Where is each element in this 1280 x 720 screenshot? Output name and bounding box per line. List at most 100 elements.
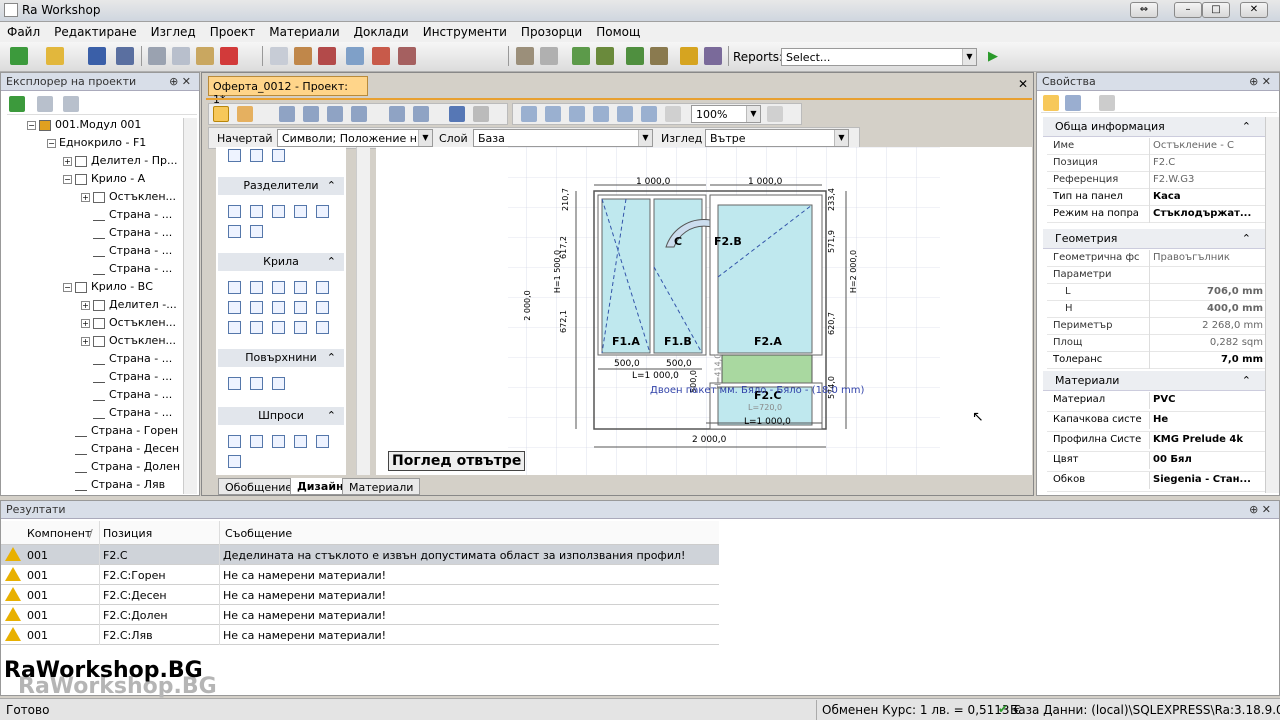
surface-icon[interactable] (250, 377, 263, 390)
zoom-window-icon[interactable] (569, 106, 585, 122)
open-icon[interactable] (46, 47, 64, 65)
draw-select[interactable]: Символи; Положение н... ▼ (277, 129, 433, 147)
shape-icon[interactable] (228, 149, 241, 162)
close-button[interactable]: ✕ (1240, 2, 1268, 18)
properties-scrollbar[interactable] (1265, 117, 1279, 493)
col-position[interactable]: Позиция (103, 527, 152, 540)
tree-item[interactable]: Страна - ... (93, 352, 172, 370)
save-all-icon[interactable] (116, 47, 134, 65)
prop-row[interactable]: Толеранс 7,0 mm (1047, 352, 1269, 369)
sash-icon[interactable] (228, 321, 241, 334)
sash-icon[interactable] (272, 281, 285, 294)
sash-icon[interactable] (250, 281, 263, 294)
tree-item[interactable]: Страна - ... (93, 262, 172, 280)
section-geometry[interactable]: Геометрия ⌃ (1043, 229, 1265, 249)
menu-windows[interactable]: Прозорци (514, 22, 589, 39)
sash-label[interactable]: F2.B (714, 235, 742, 248)
grid3-icon[interactable] (327, 106, 343, 122)
surface-icon[interactable] (272, 377, 285, 390)
sash-label[interactable]: F2.A (754, 335, 782, 348)
tab-summary[interactable]: Обобщение (218, 478, 300, 495)
prop-row[interactable]: Материал PVC (1047, 392, 1269, 412)
tree-item[interactable]: Страна - ... (93, 208, 172, 226)
design-canvas[interactable]: 1 000,0 1 000,0 500,0 500,0 L=1 000,0 L=… (376, 147, 1032, 475)
table-row[interactable]: 001 F2.C Деделината на стъклото е извън до… (1, 545, 719, 565)
list-view-icon[interactable] (37, 96, 53, 112)
shape-icon[interactable] (272, 149, 285, 162)
link-icon[interactable] (650, 47, 668, 65)
menu-reports[interactable]: Доклади (347, 22, 416, 39)
sash-icon[interactable] (294, 281, 307, 294)
redo-icon[interactable] (473, 106, 489, 122)
sash-icon[interactable] (294, 321, 307, 334)
table-row[interactable]: 001 F2.C:Горен Не са намерени материали! (1, 565, 719, 585)
paste-icon[interactable] (196, 47, 214, 65)
tree-item[interactable]: Страна - ... (93, 244, 172, 262)
surface-icon[interactable] (228, 377, 241, 390)
menu-view[interactable]: Изглед (144, 22, 203, 39)
muntin-icon[interactable] (228, 435, 241, 448)
sash-icon[interactable] (272, 301, 285, 314)
tree-item-window[interactable]: − Еднокрило - F1 (47, 136, 146, 154)
prop-row[interactable]: L 706,0 mm (1047, 284, 1269, 301)
grid-icon[interactable] (279, 106, 295, 122)
run-icon[interactable]: ▶ (988, 49, 998, 64)
divider-icon[interactable] (228, 225, 241, 238)
tree-item[interactable]: Страна - ... (93, 370, 172, 388)
maximize-button[interactable]: □ (1202, 2, 1230, 18)
sash-icon[interactable] (228, 281, 241, 294)
muntin-icon[interactable] (228, 455, 241, 468)
prop-row[interactable]: Параметри (1047, 267, 1269, 284)
lightning-icon[interactable] (680, 47, 698, 65)
sash-icon[interactable] (228, 301, 241, 314)
prop-row[interactable]: Периметър 2 268,0 mm (1047, 318, 1269, 335)
minimize-button[interactable]: – (1174, 2, 1202, 18)
zoom-extents-icon[interactable] (617, 106, 633, 122)
zoom-all-icon[interactable] (641, 106, 657, 122)
tree-item[interactable]: Страна - Ляв (75, 478, 165, 496)
tree-item[interactable]: + Остъклен... (81, 190, 176, 208)
prop-row[interactable]: Позиция F2.C (1047, 155, 1269, 172)
select-pointer-icon[interactable] (213, 106, 229, 122)
print-icon[interactable] (398, 47, 416, 65)
col-component[interactable]: Компонент (27, 527, 91, 540)
prop-row[interactable]: Геометрична фс Правоъгълник (1047, 250, 1269, 267)
layer-select[interactable]: База ▼ (473, 129, 653, 147)
table-row[interactable]: 001 F2.C:Ляв Не са намерени материали! (1, 625, 719, 645)
new-icon[interactable] (10, 47, 28, 65)
tree-item[interactable]: − Крило - А (63, 172, 145, 190)
prop-row[interactable]: Име Остъкление - С (1047, 138, 1269, 155)
menu-file[interactable]: Файл (0, 22, 47, 39)
window-icon[interactable] (346, 47, 364, 65)
zoom-out-icon[interactable] (545, 106, 561, 122)
zoom-in-icon[interactable] (521, 106, 537, 122)
explorer-scrollbar[interactable] (183, 118, 197, 494)
refresh-icon[interactable] (9, 96, 25, 112)
muntin-icon[interactable] (272, 435, 285, 448)
tree-item[interactable]: Страна - ... (93, 406, 172, 424)
zoom-fit-icon[interactable] (593, 106, 609, 122)
mirror-icon[interactable] (389, 106, 405, 122)
sash-icon[interactable] (316, 281, 329, 294)
menu-help[interactable]: Помощ (589, 22, 647, 39)
prop-row[interactable]: Референция F2.W.G3 (1047, 172, 1269, 189)
prop-row[interactable]: Режим на попра Стъклодържат... (1047, 206, 1269, 223)
module-icon[interactable] (372, 47, 390, 65)
sash-icon[interactable] (316, 301, 329, 314)
restore-icon[interactable]: ⇔ (1130, 2, 1158, 18)
palette-group-muntins[interactable]: Шпроси ⌃ (218, 407, 344, 425)
menu-edit[interactable]: Редактиране (47, 22, 144, 39)
reports-select[interactable]: Select... ▼ (781, 48, 977, 66)
divider-icon[interactable] (294, 205, 307, 218)
document-tab[interactable]: Оферта_0012 - Проект: 1* (208, 76, 368, 106)
palette-group-dividers[interactable]: Разделители ⌃ (218, 177, 344, 195)
prop-row[interactable]: Профилна Систе KMG Prelude 4k (1047, 432, 1269, 452)
property-pages-icon[interactable] (1099, 95, 1115, 111)
muntin-icon[interactable] (316, 435, 329, 448)
tree-item[interactable]: Страна - Десен (75, 442, 179, 460)
save-icon[interactable] (88, 47, 106, 65)
shape-icon[interactable] (250, 149, 263, 162)
section-materials[interactable]: Материали ⌃ (1043, 371, 1265, 391)
sash-icon[interactable] (250, 321, 263, 334)
table-row[interactable]: 001 F2.C:Долен Не са намерени материали! (1, 605, 719, 625)
